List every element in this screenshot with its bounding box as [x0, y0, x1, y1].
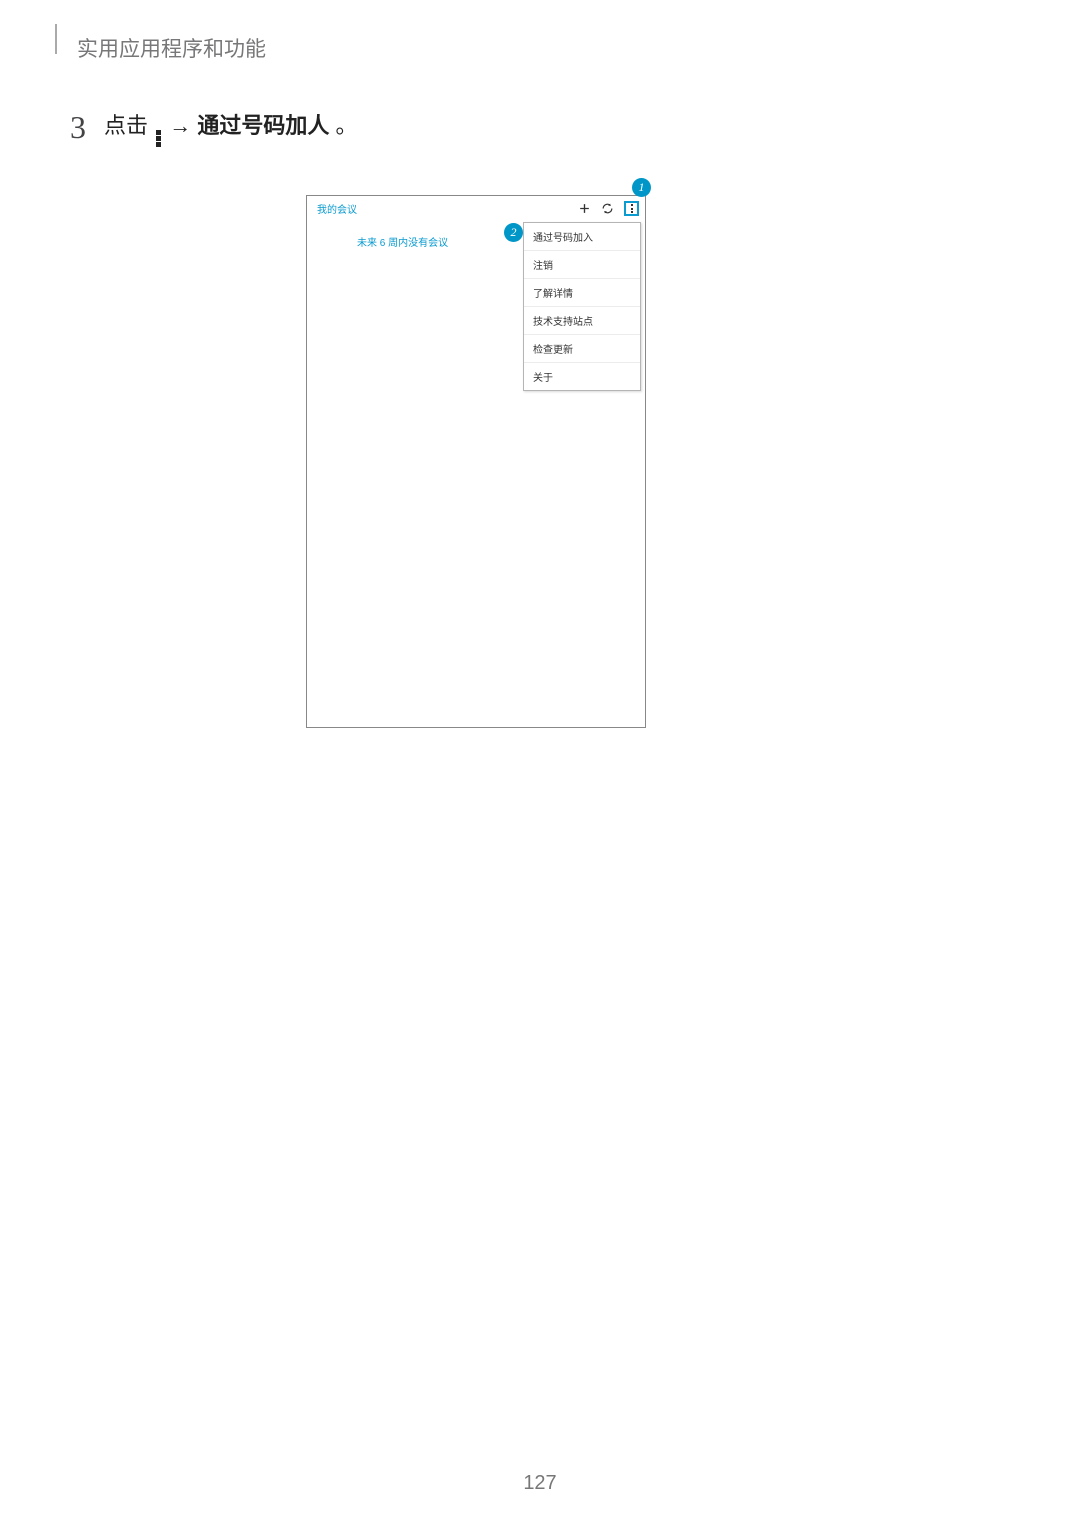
plus-icon[interactable]: [578, 202, 591, 215]
menu-learn-more[interactable]: 了解详情: [524, 279, 640, 307]
menu-join-by-number[interactable]: 通过号码加入: [524, 223, 640, 251]
phone-frame: 我的会议 未来 6 周内没有会议 通过号码加入 注销 了解详情 技术支持站点 检…: [306, 195, 646, 728]
step-suffix: 。: [336, 113, 358, 138]
menu-support-site[interactable]: 技术支持站点: [524, 307, 640, 335]
refresh-icon[interactable]: [601, 202, 614, 215]
more-icon: [156, 130, 161, 147]
step-text: 点击 → 通过号码加人 。: [104, 108, 358, 147]
step-arrow: →: [169, 113, 197, 138]
phone-header: 我的会议: [307, 196, 645, 222]
step-prefix: 点击: [104, 113, 154, 138]
dropdown-menu: 通过号码加入 注销 了解详情 技术支持站点 检查更新 关于: [523, 222, 641, 391]
step-number: 3: [70, 109, 86, 146]
page-number: 127: [0, 1472, 1080, 1495]
header-accent-bar: [55, 24, 57, 54]
menu-sign-out[interactable]: 注销: [524, 251, 640, 279]
menu-about[interactable]: 关于: [524, 363, 640, 390]
step-3-line: 3 点击 → 通过号码加人 。: [70, 108, 358, 147]
step-bold: 通过号码加人: [197, 113, 329, 138]
app-title: 我的会议: [317, 201, 357, 216]
menu-check-updates[interactable]: 检查更新: [524, 335, 640, 363]
callout-2: 2: [504, 223, 523, 242]
more-menu-button[interactable]: [624, 201, 639, 216]
header-icons: [578, 201, 639, 216]
empty-state-text: 未来 6 周内没有会议: [357, 234, 448, 249]
section-title: 实用应用程序和功能: [77, 33, 266, 63]
callout-1: 1: [632, 178, 651, 197]
